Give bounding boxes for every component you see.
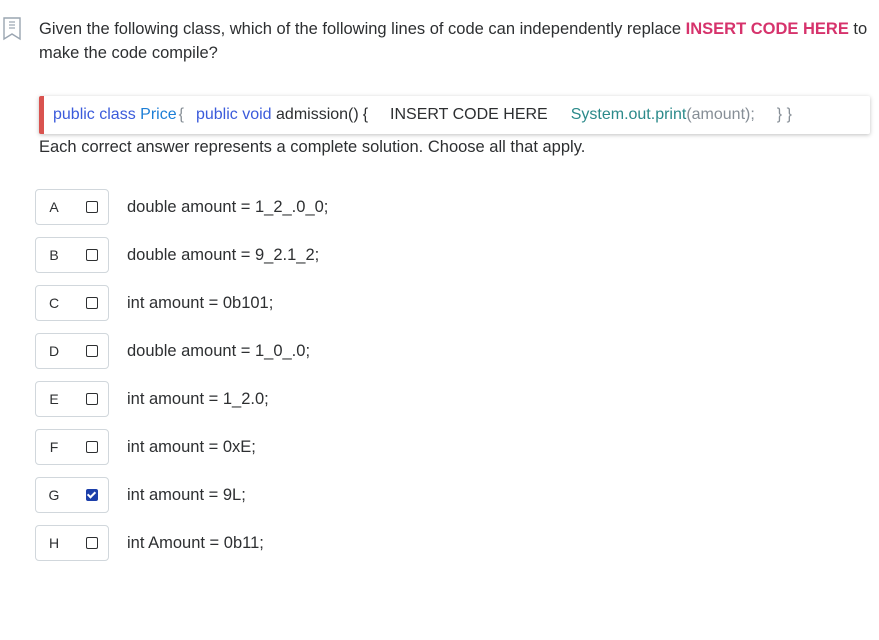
option-letter: A bbox=[49, 199, 59, 215]
code-snippet: public class Price{public void admission… bbox=[39, 96, 870, 134]
option-text: double amount = 1_0_.0; bbox=[127, 341, 311, 360]
option-letter: E bbox=[49, 391, 59, 407]
option-text: int amount = 9L; bbox=[127, 485, 246, 504]
option-letter: H bbox=[48, 535, 60, 551]
checkbox[interactable] bbox=[86, 249, 98, 261]
code-closing-braces: } } bbox=[776, 106, 792, 123]
option-letter: D bbox=[48, 343, 60, 359]
option-a[interactable]: A double amount = 1_2_.0_0; bbox=[35, 188, 328, 226]
option-e[interactable]: E int amount = 1_2.0; bbox=[35, 380, 328, 418]
option-d[interactable]: D double amount = 1_0_.0; bbox=[35, 332, 328, 370]
option-d-control[interactable]: D bbox=[35, 333, 109, 369]
option-f[interactable]: F int amount = 0xE; bbox=[35, 428, 328, 466]
option-h[interactable]: H int Amount = 0b11; bbox=[35, 524, 328, 562]
checkbox[interactable] bbox=[86, 393, 98, 405]
question-text: Given the following class, which of the … bbox=[39, 17, 869, 65]
instruction-text: Each correct answer represents a complet… bbox=[39, 138, 586, 156]
code-system-out: System.out.print bbox=[570, 106, 687, 123]
bookmark-icon[interactable] bbox=[3, 17, 21, 41]
option-text: double amount = 1_2_.0_0; bbox=[127, 197, 329, 216]
question-text-before: Given the following class, which of the … bbox=[39, 20, 686, 38]
code-insert-placeholder: INSERT CODE HERE bbox=[390, 106, 548, 123]
option-text: int amount = 1_2.0; bbox=[127, 389, 269, 408]
option-g[interactable]: G int amount = 9L; bbox=[35, 476, 328, 514]
option-h-control[interactable]: H bbox=[35, 525, 109, 561]
option-letter: G bbox=[48, 487, 60, 503]
option-c-control[interactable]: C bbox=[35, 285, 109, 321]
option-g-control[interactable]: G bbox=[35, 477, 109, 513]
checkbox[interactable] bbox=[86, 345, 98, 357]
code-method-brace: { bbox=[362, 106, 369, 123]
option-e-control[interactable]: E bbox=[35, 381, 109, 417]
option-letter: C bbox=[48, 295, 60, 311]
option-a-control[interactable]: A bbox=[35, 189, 109, 225]
code-class-name: Price bbox=[140, 106, 177, 123]
option-text: int amount = 0xE; bbox=[127, 437, 256, 456]
code-brace-open: { bbox=[178, 106, 184, 123]
checkbox[interactable] bbox=[86, 201, 98, 213]
option-text: double amount = 9_2.1_2; bbox=[127, 245, 320, 264]
option-b-control[interactable]: B bbox=[35, 237, 109, 273]
question-highlight: INSERT CODE HERE bbox=[685, 20, 849, 38]
code-arg: (amount); bbox=[686, 106, 755, 123]
answer-options: A double amount = 1_2_.0_0; B double amo… bbox=[35, 188, 328, 572]
option-text: int Amount = 0b11; bbox=[127, 533, 264, 552]
option-c[interactable]: C int amount = 0b101; bbox=[35, 284, 328, 322]
checkbox[interactable] bbox=[86, 537, 98, 549]
code-method-name: admission() bbox=[276, 106, 359, 123]
option-f-control[interactable]: F bbox=[35, 429, 109, 465]
code-method-kw: public void bbox=[195, 106, 272, 123]
checkbox[interactable] bbox=[86, 297, 98, 309]
option-letter: F bbox=[49, 439, 59, 455]
option-text: int amount = 0b101; bbox=[127, 293, 274, 312]
option-letter: B bbox=[49, 247, 59, 263]
checkbox[interactable] bbox=[86, 489, 98, 501]
checkbox[interactable] bbox=[86, 441, 98, 453]
option-b[interactable]: B double amount = 9_2.1_2; bbox=[35, 236, 328, 274]
code-public-class: public class bbox=[53, 106, 136, 123]
